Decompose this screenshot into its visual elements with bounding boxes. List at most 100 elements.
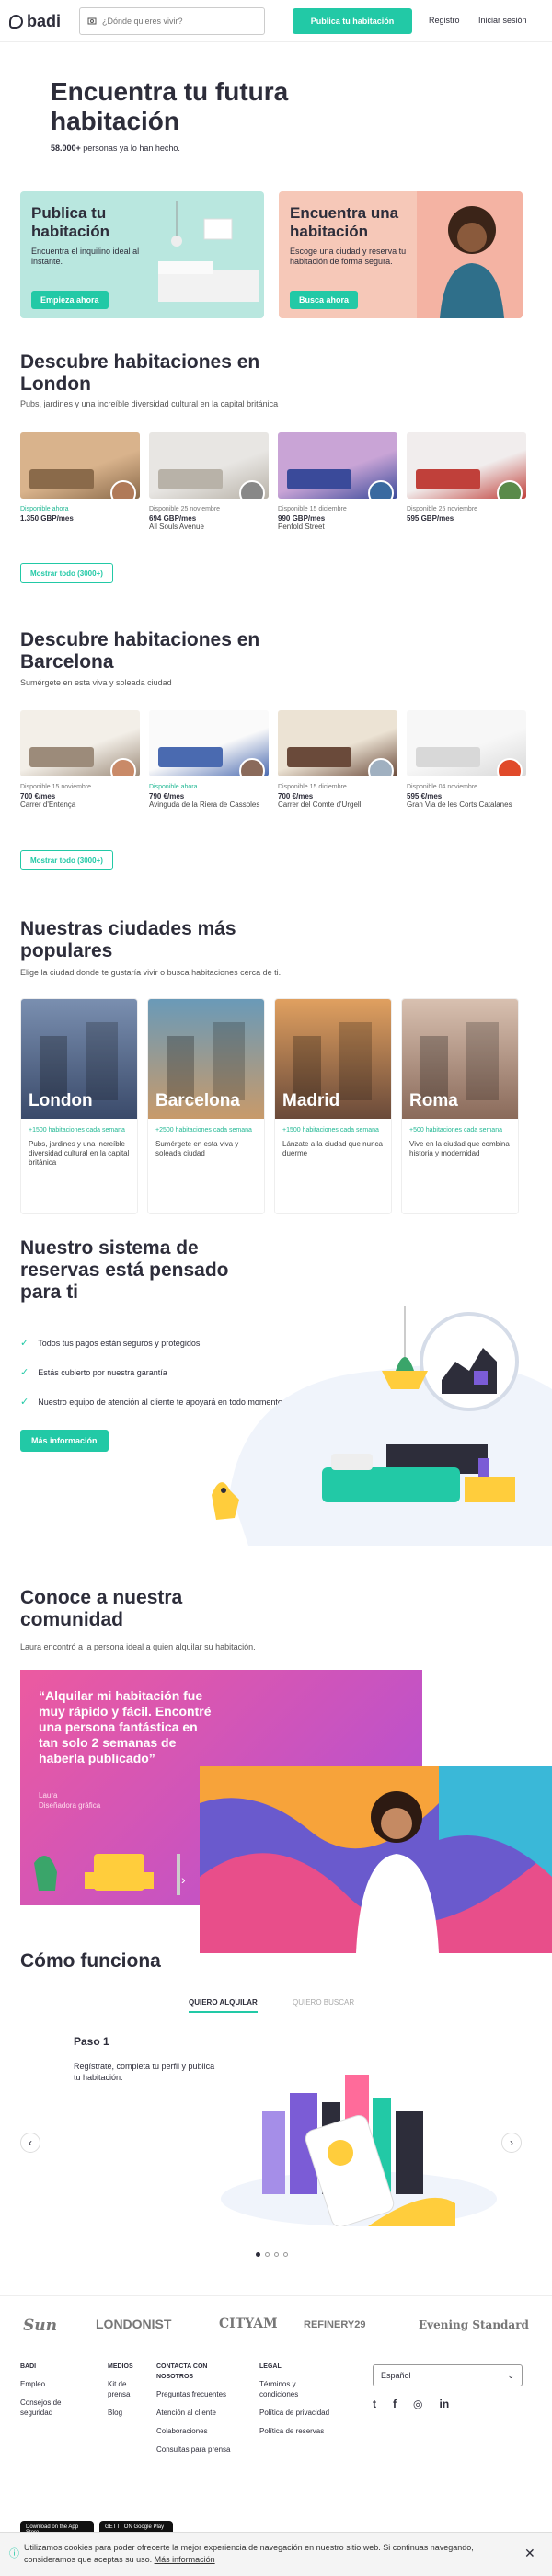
avatar (110, 480, 136, 499)
tab-search[interactable]: QUIERO BUSCAR (293, 1998, 354, 2007)
footer-link-booking-policy[interactable]: Política de reservas (259, 2426, 329, 2436)
carousel-dot[interactable] (283, 2252, 288, 2257)
laura-photo (200, 1766, 552, 1953)
twitter-icon[interactable]: t (373, 2398, 376, 2410)
carousel-dot[interactable] (265, 2252, 270, 2257)
listing-street: Gran Via de les Corts Catalanes (407, 800, 512, 809)
city-room-count: +500 habitaciones cada semana (409, 1127, 502, 1133)
tab-rent[interactable]: QUIERO ALQUILAR (189, 1998, 258, 2013)
testimonial-quote: “Alquilar mi habitación fue muy rápido y… (39, 1688, 212, 1765)
community-section-title: Conoce a nuestra comunidad (20, 1587, 183, 1630)
search-box[interactable] (79, 7, 265, 35)
search-now-button[interactable]: Busca ahora (290, 291, 359, 309)
listing-photo (407, 432, 526, 499)
footer-link-support[interactable]: Atención al cliente (156, 2408, 231, 2418)
listing-street: Carrer del Comte d'Urgell (278, 800, 362, 809)
listing-price: 700 €/mes (278, 792, 314, 800)
booking-section-title: Nuestro sistema de reservas está pensado… (20, 1237, 229, 1303)
woman-photo (417, 191, 523, 318)
listing-card[interactable]: Disponible 15 diciembre 990 GBP/mes Penf… (278, 432, 397, 532)
publish-room-button[interactable]: Publica tu habitación (293, 8, 412, 34)
city-card-roma[interactable]: Roma +500 habitaciones cada semana Vive … (401, 998, 519, 1214)
info-icon: ⓘ (9, 2548, 19, 2559)
city-description: Pubs, jardines y una increíble diversida… (29, 1140, 130, 1167)
testimonial-next-icon[interactable]: › (181, 1872, 186, 1887)
room-illustration (158, 201, 259, 302)
city-card-london[interactable]: London +1500 habitaciones cada semana Pu… (20, 998, 138, 1214)
cookie-banner: ⓘ Utilizamos cookies para poder ofrecert… (0, 2532, 552, 2576)
listing-street: All Souls Avenue (149, 523, 204, 531)
step-title: Paso 1 (74, 2035, 109, 2048)
city-room-count: +1500 habitaciones cada semana (29, 1127, 125, 1133)
carousel-dot[interactable] (256, 2252, 260, 2257)
find-room-card: Encuentra una habitación Escoge una ciud… (279, 191, 523, 318)
london-section-title: Descubre habitaciones en London (20, 351, 260, 395)
city-photo: Barcelona (148, 999, 264, 1119)
cookie-more-info-link[interactable]: Más información (155, 2555, 215, 2564)
listing-card[interactable]: Disponible 15 diciembre 700 €/mes Carrer… (278, 710, 397, 810)
start-now-button[interactable]: Empieza ahora (31, 291, 109, 309)
listing-card[interactable]: Disponible ahora 1.350 GBP/mes (20, 432, 140, 523)
social-links: t f ◎ in (373, 2398, 449, 2410)
footer-link-press-inquiries[interactable]: Consultas para prensa (156, 2444, 231, 2455)
linkedin-icon[interactable]: in (439, 2398, 449, 2410)
search-input[interactable] (102, 17, 249, 26)
listing-card[interactable]: Disponible 25 noviembre 595 GBP/mes (407, 432, 526, 523)
city-description: Lánzate a la ciudad que nunca duerme (282, 1140, 383, 1157)
city-card-madrid[interactable]: Madrid +1500 habitaciones cada semana Lá… (274, 998, 392, 1214)
check-icon: ✓ (20, 1367, 29, 1378)
press-logo-londonist: LONDONIST (96, 2317, 172, 2331)
carousel-dot[interactable] (274, 2252, 279, 2257)
city-name: Roma (409, 1091, 458, 1110)
avatar (368, 758, 394, 776)
barcelona-show-all-button[interactable]: Mostrar todo (3000+) (20, 850, 113, 870)
footer-link-press-kit[interactable]: Kit de prensa (108, 2379, 144, 2399)
footer-link-faq[interactable]: Preguntas frecuentes (156, 2389, 231, 2399)
login-link[interactable]: Iniciar sesión (478, 16, 527, 25)
cities-section-subtitle: Elige la ciudad donde te gustaría vivir … (20, 968, 282, 977)
city-description: Vive en la ciudad que combina historia y… (409, 1140, 510, 1157)
facebook-icon[interactable]: f (393, 2398, 397, 2410)
barcelona-section-subtitle: Sumérgete en esta viva y soleada ciudad (20, 678, 172, 687)
divider (0, 2295, 552, 2296)
instagram-icon[interactable]: ◎ (413, 2398, 422, 2410)
city-name: Madrid (282, 1091, 340, 1110)
listing-availability: Disponible 15 diciembre (278, 784, 347, 790)
listing-price: 595 €/mes (407, 792, 443, 800)
hero-title: Encuentra tu futura habitación (51, 77, 289, 135)
press-logo-refinery29: REFINERY29 (304, 2319, 366, 2330)
press-logo-cityam: CITYAM (219, 2317, 278, 2331)
check-icon: ✓ (20, 1397, 29, 1408)
footer-link-jobs[interactable]: Empleo (20, 2379, 75, 2389)
london-show-all-button[interactable]: Mostrar todo (3000+) (20, 563, 113, 583)
listing-card[interactable]: Disponible 04 noviembre 595 €/mes Gran V… (407, 710, 526, 810)
listing-photo (407, 710, 526, 776)
footer-link-privacy[interactable]: Política de privacidad (259, 2408, 329, 2418)
carousel-prev-button[interactable]: ‹ (20, 2133, 40, 2153)
footer-link-terms[interactable]: Términos y condiciones (259, 2379, 324, 2399)
chair-illustration (34, 1854, 180, 1895)
listing-card[interactable]: Disponible 15 noviembre 700 €/mes Carrer… (20, 710, 140, 810)
listing-photo (20, 432, 140, 499)
badi-logo[interactable]: badi (9, 12, 61, 31)
language-select[interactable]: Español ⌄ (373, 2364, 523, 2386)
barcelona-section-title: Descubre habitaciones en Barcelona (20, 629, 260, 673)
footer-link-safety[interactable]: Consejos de seguridad (20, 2398, 75, 2418)
listing-availability: Disponible 25 noviembre (149, 506, 221, 512)
listing-card[interactable]: Disponible ahora 790 €/mes Avinguda de l… (149, 710, 269, 810)
more-info-button[interactable]: Más información (20, 1430, 109, 1452)
listing-price: 790 €/mes (149, 792, 185, 800)
footer-link-blog[interactable]: Blog (108, 2408, 144, 2418)
publish-room-card: Publica tu habitación Encuentra el inqui… (20, 191, 264, 318)
chevron-down-icon: ⌄ (507, 2371, 514, 2380)
listing-card[interactable]: Disponible 25 noviembre 694 GBP/mes All … (149, 432, 269, 532)
footer-link-partnerships[interactable]: Colaboraciones (156, 2426, 231, 2436)
city-card-barcelona[interactable]: Barcelona +2500 habitaciones cada semana… (147, 998, 265, 1214)
listing-availability: Disponible 04 noviembre (407, 784, 478, 790)
logo-icon (9, 15, 23, 29)
close-icon[interactable]: ✕ (524, 2546, 535, 2561)
register-link[interactable]: Registro (429, 16, 460, 25)
cities-section-title: Nuestras ciudades más populares (20, 918, 236, 961)
city-photo: Roma (402, 999, 518, 1119)
search-icon (87, 17, 97, 25)
